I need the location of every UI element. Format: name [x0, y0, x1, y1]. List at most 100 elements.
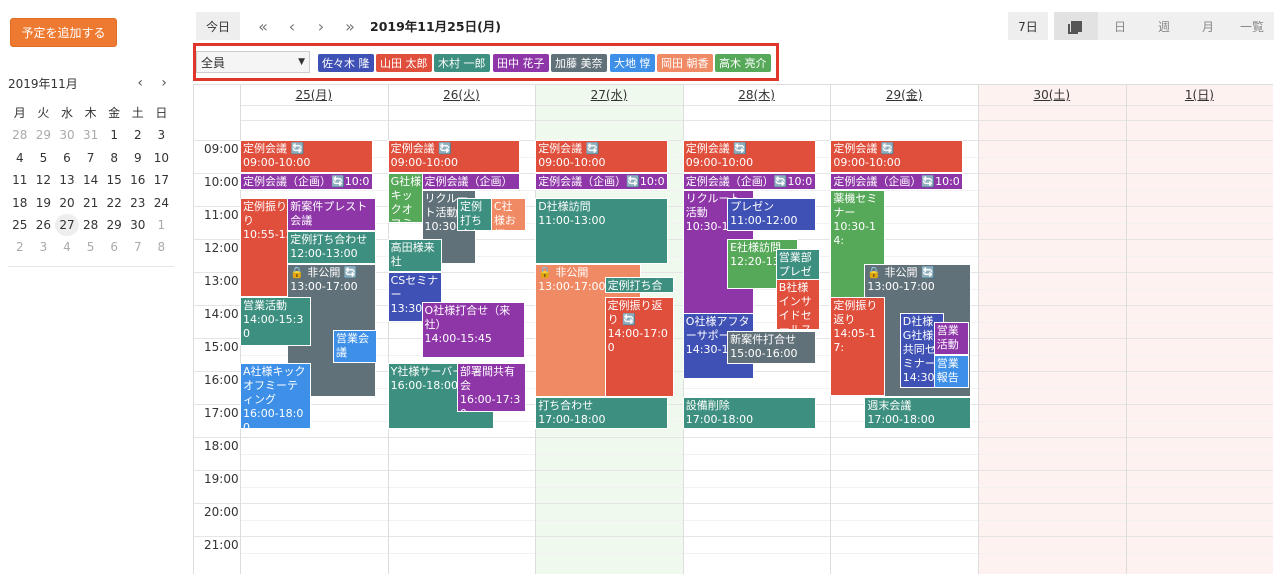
day-header[interactable]: 1(日) — [1126, 85, 1273, 105]
event-block[interactable]: C社様お打 — [490, 197, 527, 231]
add-event-button[interactable]: 予定を追加する — [10, 18, 117, 47]
mini-calendar-day[interactable]: 17 — [150, 169, 174, 191]
member-chip[interactable]: 高木 亮介 — [715, 54, 771, 72]
mini-calendar-day[interactable]: 2 — [126, 124, 150, 146]
mini-calendar-next-icon[interactable]: › — [154, 75, 174, 91]
mini-calendar-day[interactable]: 19 — [32, 192, 56, 214]
mini-calendar-day[interactable]: 4 — [8, 147, 32, 169]
event-block[interactable]: 営業部プレゼン準備 — [775, 248, 821, 282]
copy-view-button[interactable] — [1054, 12, 1098, 40]
event-block[interactable]: 定例会議 🔄 09:00-10:00 — [240, 140, 373, 173]
next-week-icon[interactable]: » — [339, 14, 361, 38]
mini-calendar-day[interactable]: 31 — [79, 124, 103, 146]
mini-calendar-day[interactable]: 16 — [126, 169, 150, 191]
mini-calendar-day[interactable]: 25 — [8, 214, 32, 236]
day-column[interactable] — [1125, 85, 1273, 574]
member-chip[interactable]: 木村 一郎 — [434, 54, 490, 72]
mini-calendar-day[interactable]: 18 — [8, 192, 32, 214]
view-month-button[interactable]: 月 — [1186, 12, 1230, 40]
event-block[interactable]: O社様打合せ（来社） 14:00-15:45 — [421, 301, 525, 358]
mini-calendar-day[interactable]: 13 — [55, 169, 79, 191]
event-block[interactable]: D社様訪問 11:00-13:00 — [535, 197, 669, 264]
event-block[interactable]: 営業会議 — [332, 329, 378, 363]
event-block[interactable]: 定例会議（企画）🔄10:00 — [240, 173, 373, 190]
mini-calendar-day[interactable]: 3 — [32, 236, 56, 258]
view-week-button[interactable]: 週 — [1142, 12, 1186, 40]
mini-calendar-day[interactable]: 29 — [32, 124, 56, 146]
mini-calendar-day[interactable]: 28 — [79, 214, 103, 236]
mini-calendar-day[interactable]: 7 — [126, 236, 150, 258]
mini-calendar-day[interactable]: 26 — [32, 214, 56, 236]
event-block[interactable]: 定例打ち合わせ — [456, 197, 496, 231]
event-block[interactable]: 定例打ち合わせ 12:00-13:00 — [287, 230, 376, 264]
event-block[interactable]: 定例振り返り 🔄 14:00-17:00 — [604, 296, 674, 398]
mini-calendar-day[interactable]: 5 — [79, 236, 103, 258]
event-block[interactable]: 定例会議 🔄 09:00-10:00 — [535, 140, 669, 173]
day-header[interactable]: 29(金) — [830, 85, 978, 105]
event-block[interactable]: 定例会議（企画）🔄 — [421, 173, 521, 190]
mini-calendar-day[interactable]: 3 — [150, 124, 174, 146]
event-block[interactable]: 定例会議（企画）🔄10:00 — [682, 173, 816, 190]
mini-calendar-prev-icon[interactable]: ‹ — [130, 75, 150, 91]
mini-calendar-day[interactable]: 20 — [55, 192, 79, 214]
member-chip[interactable]: 田中 花子 — [493, 54, 549, 72]
event-block[interactable]: 定例会議（企画）🔄10:00 — [830, 173, 964, 190]
event-block[interactable]: 新案件打合せ 15:00-16:00 — [727, 331, 816, 365]
event-block[interactable]: A社様キックオフミーティング 16:00-18:00 — [240, 362, 311, 429]
mini-calendar-day[interactable]: 22 — [102, 192, 126, 214]
view-day-button[interactable]: 日 — [1098, 12, 1142, 40]
mini-calendar-day[interactable]: 6 — [102, 236, 126, 258]
event-block[interactable]: 新案件プレスト会議 — [287, 197, 376, 231]
event-block[interactable]: 定例会議 🔄 09:00-10:00 — [387, 140, 521, 173]
day-column[interactable] — [978, 85, 1126, 574]
mini-calendar-day[interactable]: 2 — [8, 236, 32, 258]
event-block[interactable]: 部署間共有会 16:00-17:30 — [456, 362, 527, 413]
day-header[interactable]: 25(月) — [240, 85, 388, 105]
day-header[interactable]: 27(水) — [535, 85, 683, 105]
mini-calendar-day[interactable]: 5 — [32, 147, 56, 169]
mini-calendar-day[interactable]: 1 — [102, 124, 126, 146]
mini-calendar-day[interactable]: 6 — [55, 147, 79, 169]
mini-calendar-day[interactable]: 4 — [55, 236, 79, 258]
day-header[interactable]: 30(土) — [978, 85, 1126, 105]
today-button[interactable]: 今日 — [196, 12, 240, 40]
event-block[interactable]: B社様インサイドセールス — [775, 278, 821, 330]
seven-days-button[interactable]: 7日 — [1008, 12, 1048, 40]
mini-calendar-day[interactable]: 29 — [102, 214, 126, 236]
member-select[interactable]: 全員 ▼ — [196, 51, 310, 73]
mini-calendar-day[interactable]: 9 — [126, 147, 150, 169]
mini-calendar-day[interactable]: 14 — [79, 169, 103, 191]
mini-calendar-day[interactable]: 30 — [126, 214, 150, 236]
day-header[interactable]: 28(木) — [683, 85, 831, 105]
mini-calendar-day[interactable]: 27 — [55, 213, 79, 237]
member-chip[interactable]: 佐々木 隆 — [318, 54, 374, 72]
event-block[interactable]: 定例会議 🔄 09:00-10:00 — [830, 140, 964, 173]
mini-calendar-day[interactable]: 8 — [150, 236, 174, 258]
event-block[interactable]: 高田様来社 — [387, 239, 443, 272]
mini-calendar-day[interactable]: 24 — [150, 192, 174, 214]
event-block[interactable]: 週末会議 17:00-18:00 — [864, 397, 971, 429]
member-chip[interactable]: 加藤 美奈 — [551, 54, 607, 72]
view-list-button[interactable]: 一覧 — [1230, 12, 1274, 40]
event-block[interactable]: 定例打ち合わせ — [604, 276, 674, 294]
mini-calendar-day[interactable]: 1 — [150, 214, 174, 236]
mini-calendar-day[interactable]: 11 — [8, 169, 32, 191]
mini-calendar-day[interactable]: 12 — [32, 169, 56, 191]
event-block[interactable]: 営業報告 — [933, 354, 970, 388]
day-header[interactable]: 26(火) — [388, 85, 536, 105]
mini-calendar-day[interactable]: 15 — [102, 169, 126, 191]
member-chip[interactable]: 山田 太郎 — [376, 54, 432, 72]
mini-calendar-day[interactable]: 8 — [102, 147, 126, 169]
event-block[interactable]: 打ち合わせ 17:00-18:00 — [535, 397, 669, 429]
event-block[interactable]: プレゼン 11:00-12:00 — [727, 197, 816, 231]
mini-calendar-day[interactable]: 21 — [79, 192, 103, 214]
mini-calendar-day[interactable]: 23 — [126, 192, 150, 214]
event-block[interactable]: 定例振り返り 14:05-17: — [830, 296, 885, 396]
event-block[interactable]: 定例会議（企画）🔄10:00 — [535, 173, 669, 190]
next-day-icon[interactable]: › — [310, 14, 332, 38]
prev-day-icon[interactable]: ‹ — [281, 14, 303, 38]
event-block[interactable]: 営業活動 — [933, 321, 970, 355]
mini-calendar-day[interactable]: 10 — [150, 147, 174, 169]
mini-calendar-day[interactable]: 28 — [8, 124, 32, 146]
event-block[interactable]: 営業活動 14:00-15:30 — [240, 296, 311, 347]
